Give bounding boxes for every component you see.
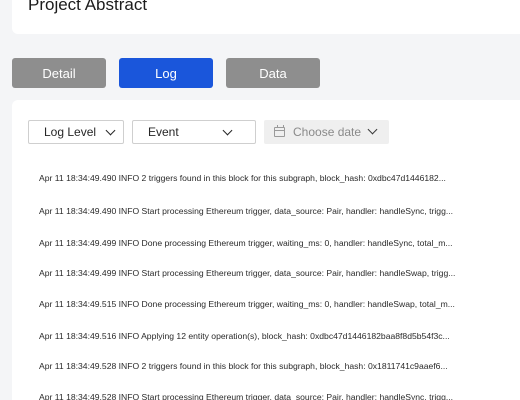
page: Project Abstract Detail Log Data Log Lev… [0, 0, 520, 400]
date-label: Choose date [293, 125, 362, 139]
calendar-icon [274, 125, 285, 137]
date-picker[interactable]: Choose date [264, 120, 389, 144]
log-line: Apr 11 18:34:49.490 INFO Start processin… [39, 206, 454, 216]
tab-detail[interactable]: Detail [12, 58, 106, 88]
chevron-down-icon [367, 124, 378, 135]
log-line: Apr 11 18:34:49.490 INFO 2 triggers foun… [39, 173, 446, 183]
event-label: Event [148, 125, 179, 139]
chevron-down-icon [105, 125, 116, 136]
log-line: Apr 11 18:34:49.499 INFO Start processin… [39, 268, 456, 278]
log-line: Apr 11 18:34:49.499 INFO Done processing… [39, 238, 453, 248]
log-line: Apr 11 18:34:49.528 INFO Start processin… [39, 392, 454, 400]
log-level-select[interactable]: Log Level [28, 120, 124, 144]
tab-log[interactable]: Log [119, 58, 213, 88]
tab-data[interactable]: Data [226, 58, 320, 88]
log-level-label: Log Level [44, 125, 97, 139]
log-line: Apr 11 18:34:49.515 INFO Done processing… [39, 299, 455, 309]
log-line: Apr 11 18:34:49.528 INFO 2 triggers foun… [39, 361, 448, 371]
log-panel [12, 100, 520, 400]
chevron-down-icon [222, 125, 233, 136]
event-select[interactable]: Event [132, 120, 256, 144]
log-line: Apr 11 18:34:49.516 INFO Applying 12 ent… [39, 331, 450, 341]
page-title: Project Abstract [28, 0, 148, 14]
